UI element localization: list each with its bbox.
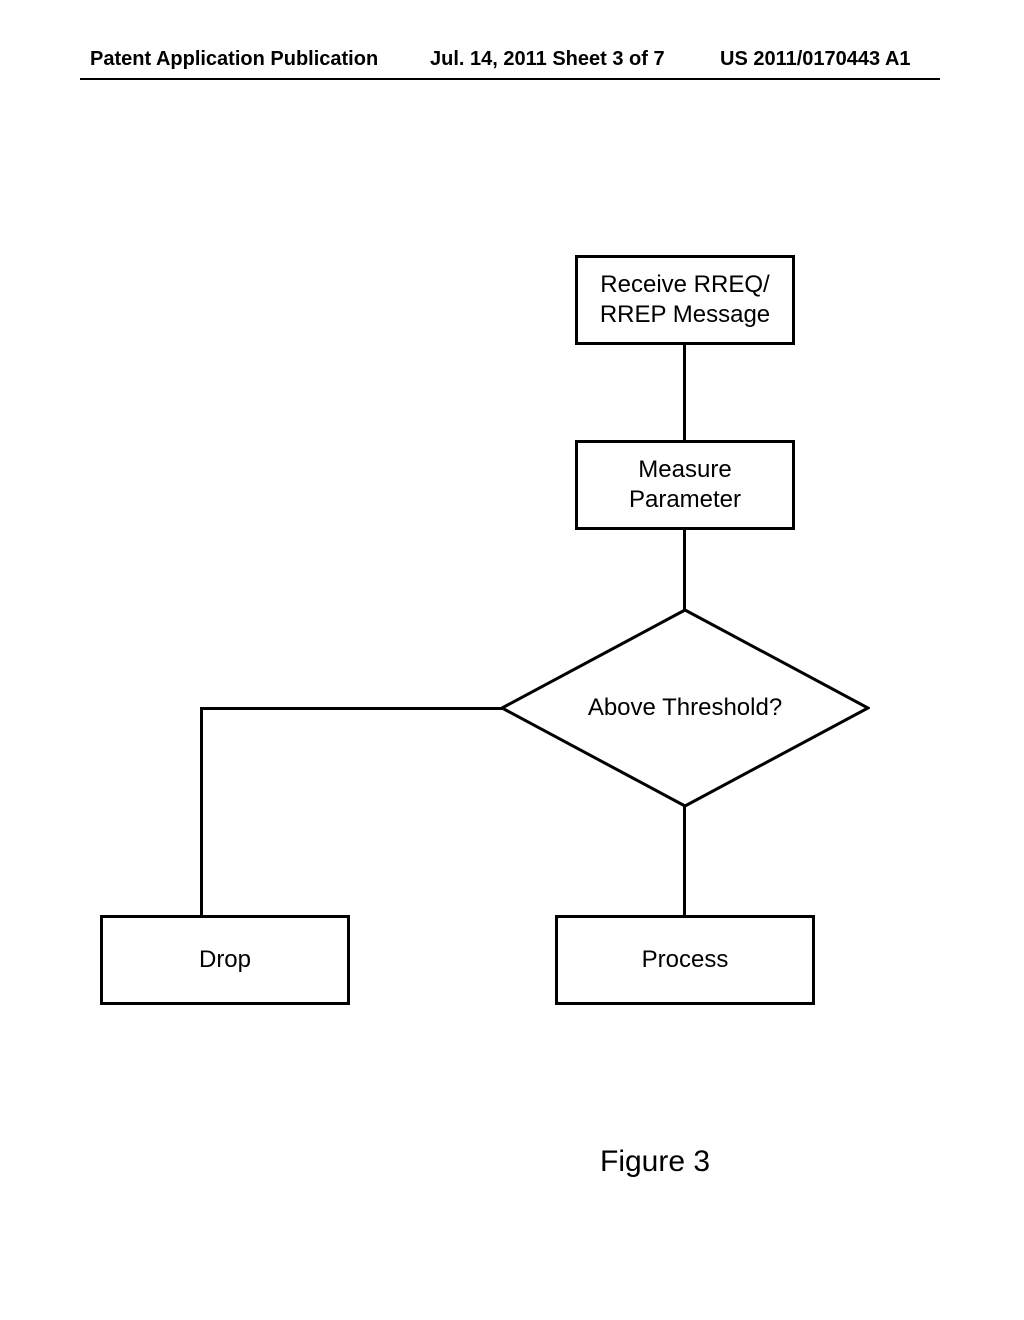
connector-2: [683, 530, 686, 610]
step-receive-text: Receive RREQ/ RREP Message: [600, 270, 770, 330]
step-receive: Receive RREQ/ RREP Message: [575, 255, 795, 345]
step-process-text: Process: [642, 945, 729, 975]
decision-label: Above Threshold?: [500, 608, 870, 808]
flowchart: Receive RREQ/ RREP Message Measure Param…: [0, 0, 1024, 1320]
connector-1: [683, 345, 686, 440]
step-process: Process: [555, 915, 815, 1005]
connector-left-v: [200, 707, 203, 915]
decision-threshold: Above Threshold?: [500, 608, 870, 808]
step-drop-text: Drop: [199, 945, 251, 975]
connector-down: [683, 806, 686, 915]
step-measure: Measure Parameter: [575, 440, 795, 530]
connector-left-h: [200, 707, 503, 710]
step-measure-text: Measure Parameter: [629, 455, 741, 515]
figure-caption: Figure 3: [600, 1145, 710, 1179]
step-drop: Drop: [100, 915, 350, 1005]
